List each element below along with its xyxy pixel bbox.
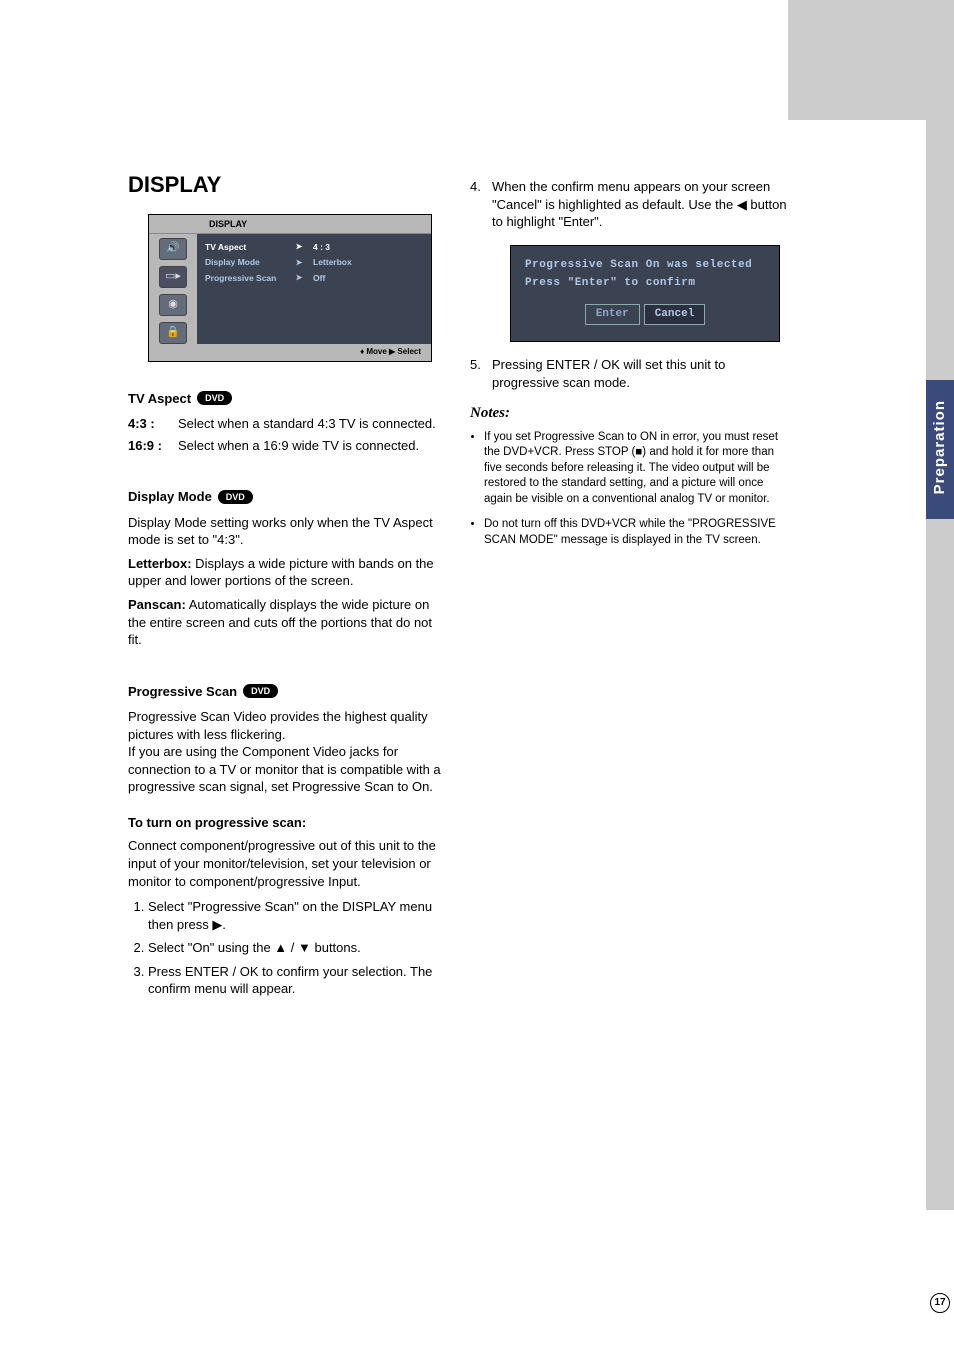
step-3: Press ENTER / OK to confirm your selecti… (148, 963, 446, 998)
osd-row-progressive: Progressive Scan ➤ Off (205, 271, 423, 286)
enter-button[interactable]: Enter (585, 304, 640, 325)
cancel-button[interactable]: Cancel (644, 304, 706, 325)
step-text: Pressing ENTER / OK will set this unit t… (492, 356, 788, 391)
page-number: 17 (930, 1293, 950, 1313)
heading-text: Display Mode (128, 488, 212, 506)
dvd-badge: DVD (197, 391, 232, 405)
panscan-desc: Panscan: Automatically displays the wide… (128, 596, 446, 649)
tv-aspect-169: 16:9 : Select when a 16:9 wide TV is con… (128, 437, 446, 455)
notes-list: If you set Progressive Scan to ON in err… (470, 430, 788, 549)
progressive-para: Progressive Scan Video provides the high… (128, 708, 446, 796)
osd-value: Letterbox (313, 257, 352, 268)
speaker-icon: 🔊 (159, 238, 187, 260)
letterbox-desc: Letterbox: Displays a wide picture with … (128, 555, 446, 590)
progressive-steps: Select "Progressive Scan" on the DISPLAY… (128, 898, 446, 998)
step-2: Select "On" using the ▲ / ▼ buttons. (148, 939, 446, 957)
display-mode-intro: Display Mode setting works only when the… (128, 514, 446, 549)
step-num: 4. (470, 178, 486, 231)
osd-label: Progressive Scan (205, 273, 285, 284)
osd-row-display-mode: Display Mode ➤ Letterbox (205, 255, 423, 270)
tv-aspect-heading: TV Aspect DVD (128, 390, 446, 408)
kv-value: Select when a 16:9 wide TV is connected. (178, 437, 419, 455)
progressive-heading: Progressive Scan DVD (128, 683, 446, 701)
right-column: 4.When the confirm menu appears on your … (470, 170, 788, 558)
side-tab: Preparation (926, 380, 954, 519)
tv-aspect-43: 4:3 : Select when a standard 4:3 TV is c… (128, 415, 446, 433)
kv-value: Select when a standard 4:3 TV is connect… (178, 415, 436, 433)
display-icon: ▭▸ (159, 266, 187, 288)
note-2: Do not turn off this DVD+VCR while the "… (484, 517, 788, 548)
osd-title: DISPLAY (149, 215, 431, 234)
progressive-connect: Connect component/progressive out of thi… (128, 837, 446, 890)
step-num: 5. (470, 356, 486, 391)
step-text: When the confirm menu appears on your sc… (492, 178, 788, 231)
left-column: DISPLAY DISPLAY 🔊 ▭▸ ◉ 🔒 TV Aspect ➤ 4 :… (128, 170, 446, 1006)
kv-key: 16:9 : (128, 437, 178, 455)
progressive-sub: To turn on progressive scan: (128, 814, 446, 832)
kv-key: 4:3 : (128, 415, 178, 433)
heading-text: TV Aspect (128, 390, 191, 408)
section-title: DISPLAY (128, 170, 446, 200)
osd-value: 4 : 3 (313, 242, 330, 253)
panscan-label: Panscan: (128, 597, 186, 612)
side-tab-background (926, 90, 954, 1210)
notes-heading: Notes: (470, 403, 788, 423)
chevron-right-icon: ➤ (293, 273, 305, 284)
disc-icon: ◉ (159, 294, 187, 316)
osd-sidebar: 🔊 ▭▸ ◉ 🔒 (149, 234, 197, 344)
confirm-buttons: EnterCancel (525, 303, 765, 325)
osd-row-tv-aspect: TV Aspect ➤ 4 : 3 (205, 240, 423, 255)
letterbox-label: Letterbox: (128, 556, 192, 571)
osd-label: Display Mode (205, 257, 285, 268)
chevron-right-icon: ➤ (293, 242, 305, 253)
dvd-badge: DVD (243, 684, 278, 698)
confirm-line-2: Press "Enter" to confirm (525, 276, 765, 291)
dvd-badge: DVD (218, 490, 253, 504)
osd-footer: ♦ Move ▶ Select (149, 344, 431, 361)
display-mode-heading: Display Mode DVD (128, 488, 446, 506)
note-1: If you set Progressive Scan to ON in err… (484, 430, 788, 508)
step-5: 5.Pressing ENTER / OK will set this unit… (470, 356, 788, 391)
step-1: Select "Progressive Scan" on the DISPLAY… (148, 898, 446, 933)
heading-text: Progressive Scan (128, 683, 237, 701)
confirm-line-1: Progressive Scan On was selected (525, 258, 765, 273)
osd-display-panel: DISPLAY 🔊 ▭▸ ◉ 🔒 TV Aspect ➤ 4 : 3 Displ… (148, 214, 432, 362)
lock-icon: 🔒 (159, 322, 187, 344)
chevron-right-icon: ➤ (293, 258, 305, 269)
steps-continued: 4.When the confirm menu appears on your … (470, 178, 788, 231)
osd-list: TV Aspect ➤ 4 : 3 Display Mode ➤ Letterb… (197, 234, 431, 344)
osd-body: 🔊 ▭▸ ◉ 🔒 TV Aspect ➤ 4 : 3 Display Mode … (149, 234, 431, 344)
side-tab-label: Preparation (930, 400, 950, 494)
steps-continued-2: 5.Pressing ENTER / OK will set this unit… (470, 356, 788, 391)
step-4: 4.When the confirm menu appears on your … (470, 178, 788, 231)
confirm-dialog: Progressive Scan On was selected Press "… (510, 245, 780, 343)
osd-label: TV Aspect (205, 242, 285, 253)
osd-value: Off (313, 273, 325, 284)
